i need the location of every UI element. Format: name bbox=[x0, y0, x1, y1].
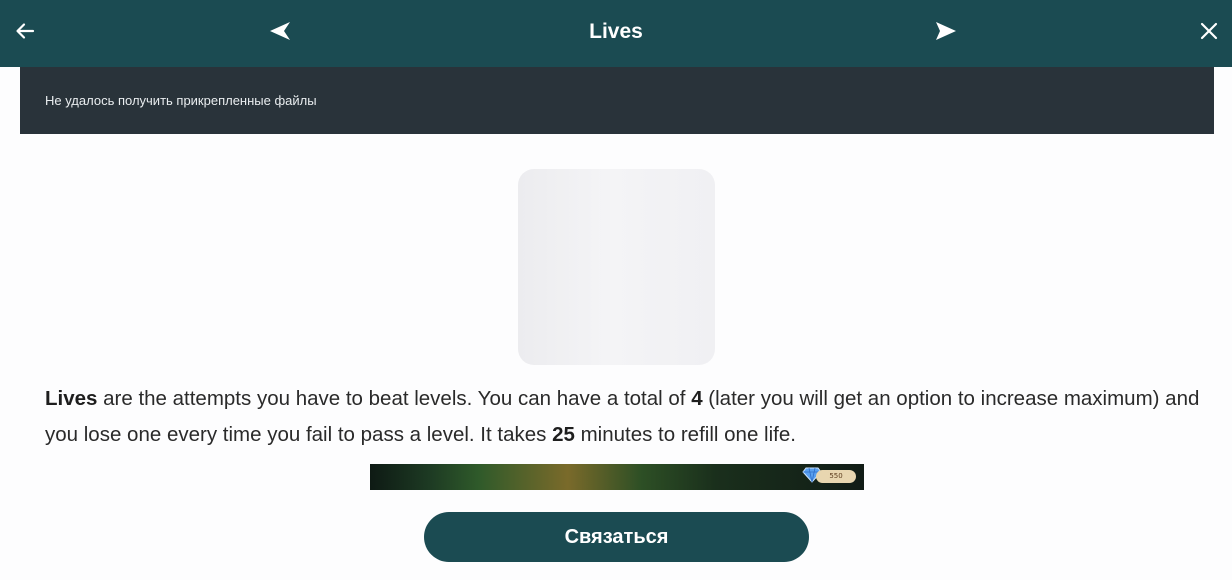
page-title: Lives bbox=[589, 20, 643, 43]
close-icon bbox=[1199, 21, 1219, 46]
text-part-1: are the attempts you have to beat levels… bbox=[97, 387, 692, 410]
error-banner: Не удалось получить прикрепленные файлы bbox=[20, 67, 1214, 134]
top-bar: Lives bbox=[0, 0, 1232, 67]
next-article-button[interactable] bbox=[928, 0, 964, 67]
triangle-left-icon bbox=[268, 20, 292, 47]
close-button[interactable] bbox=[1190, 0, 1228, 67]
text-part-3: minutes to refill one life. bbox=[574, 423, 796, 446]
back-button[interactable] bbox=[6, 0, 44, 67]
contact-button[interactable]: Связаться bbox=[424, 512, 809, 562]
previous-article-button[interactable] bbox=[262, 0, 298, 67]
lives-total: 4 bbox=[691, 387, 703, 410]
arrow-left-icon bbox=[14, 20, 36, 47]
article-text: Lives are the attempts you have to beat … bbox=[45, 381, 1205, 453]
refill-minutes: 25 bbox=[552, 423, 575, 446]
send-arrow-icon bbox=[934, 20, 958, 47]
image-placeholder bbox=[518, 169, 715, 365]
term-lives: Lives bbox=[45, 387, 98, 410]
gem-counter: 550 bbox=[816, 470, 856, 483]
error-message: Не удалось получить прикрепленные файлы bbox=[45, 93, 317, 108]
game-screenshot: 550 bbox=[370, 464, 864, 490]
